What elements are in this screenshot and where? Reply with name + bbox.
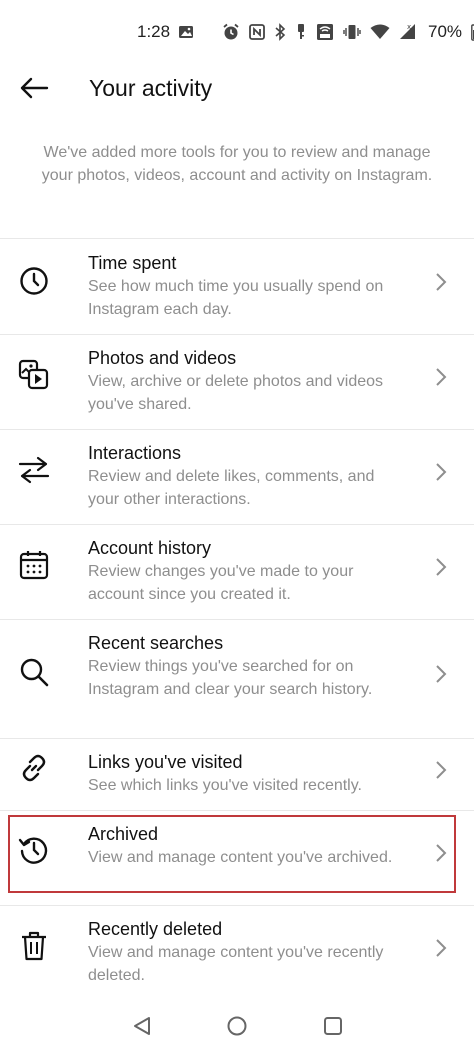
search-icon bbox=[18, 656, 50, 688]
intro-text: We've added more tools for you to review… bbox=[41, 144, 433, 184]
link-icon bbox=[18, 752, 50, 784]
chevron-right-icon bbox=[434, 271, 448, 293]
chevron-right-icon bbox=[434, 461, 448, 483]
status-time: 1:28 bbox=[137, 22, 171, 41]
trash-icon bbox=[18, 930, 50, 962]
chevron-right-icon bbox=[434, 842, 448, 864]
menu-item-links-visited[interactable]: Links you've visited See which links you… bbox=[0, 739, 474, 811]
battery-percent: 70% bbox=[428, 22, 463, 41]
status-bar: 1:28 x 70% bbox=[0, 0, 474, 62]
menu-item-description: View, archive or delete photos and video… bbox=[88, 373, 384, 413]
chevron-right-icon bbox=[434, 556, 448, 578]
menu-item-interactions[interactable]: Interactions Review and delete likes, co… bbox=[0, 430, 474, 525]
image-icon bbox=[178, 24, 194, 40]
back-button[interactable] bbox=[16, 74, 52, 106]
menu-item-title: Time spent bbox=[88, 253, 177, 273]
home-circle-icon[interactable] bbox=[223, 1012, 251, 1040]
signal-icon: x bbox=[399, 23, 417, 41]
chevron-right-icon bbox=[434, 366, 448, 388]
menu-item-archived[interactable]: Archived View and manage content you've … bbox=[0, 811, 474, 906]
menu-item-recent-searches[interactable]: Recent searches Review things you've sea… bbox=[0, 620, 474, 739]
header: Your activity bbox=[0, 62, 474, 118]
svg-text:x: x bbox=[407, 23, 411, 31]
menu-item-description: View and manage content you've recently … bbox=[88, 944, 384, 984]
menu-item-title: Recent searches bbox=[88, 633, 224, 653]
arrow-left-icon bbox=[19, 77, 49, 104]
menu-item-title: Archived bbox=[88, 824, 159, 844]
menu-item-description: See which links you've visited recently. bbox=[88, 777, 362, 794]
menu-item-recently-deleted[interactable]: Recently deleted View and manage content… bbox=[0, 906, 474, 998]
menu-item-description: Review changes you've made to your accou… bbox=[88, 563, 354, 603]
wifi-icon bbox=[370, 24, 390, 40]
recents-square-icon[interactable] bbox=[319, 1012, 347, 1040]
status-icons: x 70% bbox=[178, 22, 474, 42]
menu-item-title: Interactions bbox=[88, 443, 182, 463]
chevron-right-icon bbox=[434, 937, 448, 959]
page-title: Your activity bbox=[89, 75, 213, 101]
clock-icon bbox=[18, 265, 50, 297]
calendar-icon bbox=[18, 549, 50, 581]
menu-item-description: Review and delete likes, comments, and y… bbox=[88, 468, 375, 508]
back-triangle-icon[interactable] bbox=[128, 1012, 156, 1040]
vibrate-icon bbox=[343, 23, 361, 41]
menu-item-description: Review things you've searched for on Ins… bbox=[88, 658, 373, 698]
menu-item-title: Account history bbox=[88, 538, 212, 558]
menu-item-account-history[interactable]: Account history Review changes you've ma… bbox=[0, 525, 474, 620]
bluetooth-icon bbox=[274, 23, 286, 41]
chevron-right-icon bbox=[434, 759, 448, 781]
archive-history-icon bbox=[18, 834, 50, 866]
menu-item-title: Links you've visited bbox=[88, 752, 243, 772]
photos-videos-icon bbox=[18, 359, 50, 391]
nfc-icon bbox=[249, 24, 265, 40]
system-nav-bar bbox=[0, 1000, 474, 1053]
chevron-right-icon bbox=[434, 663, 448, 685]
menu-item-photos-and-videos[interactable]: Photos and videos View, archive or delet… bbox=[0, 335, 474, 430]
alarm-icon bbox=[222, 23, 240, 41]
wifi-calling-icon bbox=[316, 23, 334, 41]
menu-item-time-spent[interactable]: Time spent See how much time you usually… bbox=[0, 239, 474, 335]
key-icon bbox=[295, 23, 307, 41]
menu-item-description: See how much time you usually spend on I… bbox=[88, 278, 384, 318]
menu-item-description: View and manage content you've archived. bbox=[88, 849, 393, 866]
arrows-exchange-icon bbox=[18, 454, 50, 486]
menu-item-title: Photos and videos bbox=[88, 348, 237, 368]
menu-item-title: Recently deleted bbox=[88, 919, 223, 939]
